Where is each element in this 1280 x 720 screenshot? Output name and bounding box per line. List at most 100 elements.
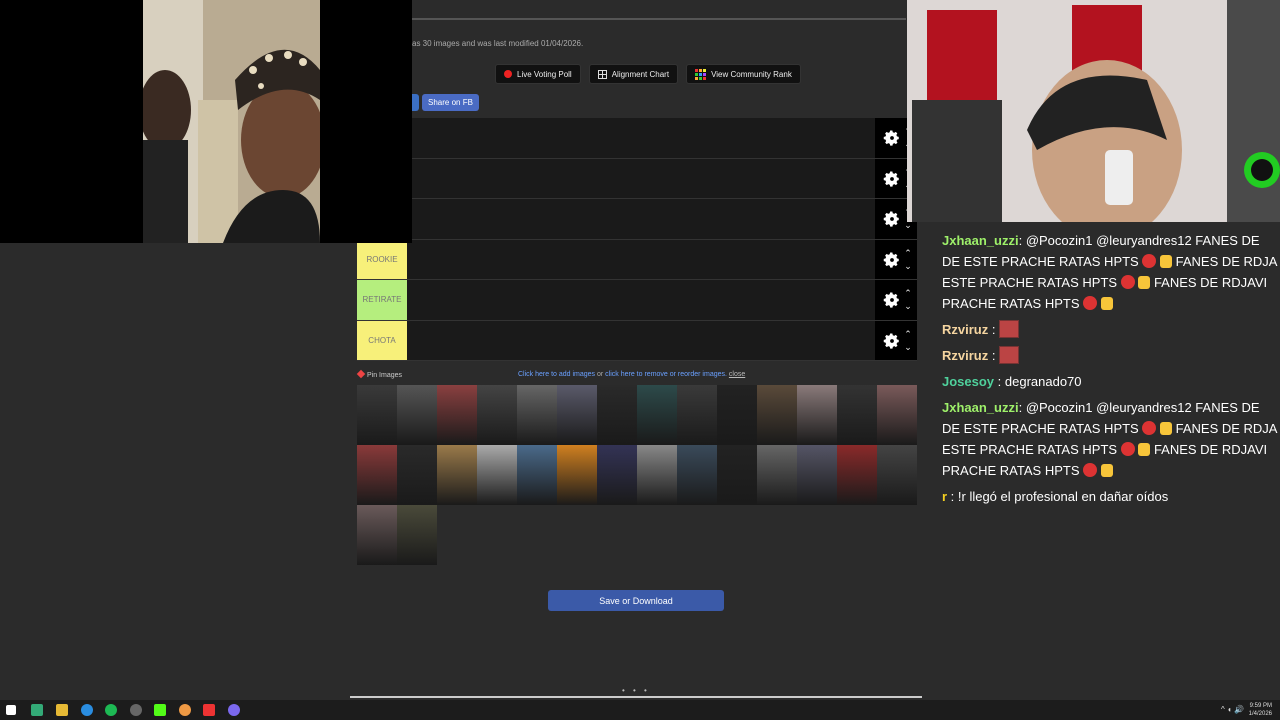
tier-label[interactable]: CHOTA <box>357 320 407 360</box>
chevron-up-icon[interactable]: ⌃ <box>903 287 913 300</box>
image-thumbnail[interactable] <box>517 385 557 445</box>
image-thumbnail[interactable] <box>757 445 797 505</box>
live-voting-poll-label: Live Voting Poll <box>517 69 572 79</box>
chat-username[interactable]: Rzviruz <box>942 348 988 363</box>
gear-icon[interactable] <box>883 210 901 228</box>
thumbs-up-emoji-icon <box>1100 297 1113 310</box>
chat-text: : degranado70 <box>994 374 1082 389</box>
image-thumbnail[interactable] <box>397 385 437 445</box>
system-tray[interactable]: ^ ◖ 🔊 <box>1221 705 1244 714</box>
image-thumbnail[interactable] <box>677 445 717 505</box>
screen: as 30 images and was last modified 01/04… <box>0 0 1280 720</box>
chevron-down-icon[interactable]: ⌄ <box>903 300 913 313</box>
tier-controls: ⌃⌄ <box>875 320 917 360</box>
image-thumbnail[interactable] <box>357 445 397 505</box>
image-thumbnail[interactable] <box>517 445 557 505</box>
obs-icon[interactable] <box>130 704 142 716</box>
image-thumbnail[interactable] <box>757 385 797 445</box>
image-thumbnail[interactable] <box>437 445 477 505</box>
chat-username[interactable]: Jxhaan_uzzi <box>942 233 1019 248</box>
chat-username[interactable]: Rzviruz <box>942 322 988 337</box>
chevron-down-icon[interactable]: ⌄ <box>903 260 913 273</box>
app-icon-1[interactable] <box>31 704 43 716</box>
start-icon[interactable] <box>6 705 16 715</box>
image-thumbnail[interactable] <box>397 505 437 565</box>
image-thumbnail[interactable] <box>597 385 637 445</box>
tier-controls: ⌃⌄ <box>875 239 917 279</box>
gear-icon[interactable] <box>883 129 901 147</box>
angry-emoji-icon <box>1142 421 1157 435</box>
image-thumbnail[interactable] <box>357 385 397 445</box>
alignment-chart-button[interactable]: Alignment Chart <box>588 64 679 84</box>
chat-username[interactable]: Jxhaan_uzzi <box>942 400 1019 415</box>
chat-message: Rzviruz : <box>938 345 1280 366</box>
image-thumbnail[interactable] <box>717 385 757 445</box>
edge-icon[interactable] <box>81 704 93 716</box>
view-community-rank-button[interactable]: View Community Rank <box>686 64 801 84</box>
spotify-icon[interactable] <box>105 704 117 716</box>
record-icon <box>504 70 512 78</box>
image-thumbnail[interactable] <box>877 385 917 445</box>
chat-username[interactable]: Josesoy <box>942 374 994 389</box>
image-thumbnail[interactable] <box>557 385 597 445</box>
chat-feed: Jxhaan_uzzi: @Pocozin1 @leuryandres12 FA… <box>938 230 1280 512</box>
gear-icon[interactable] <box>883 332 901 350</box>
live-voting-poll-button[interactable]: Live Voting Poll <box>495 64 581 84</box>
kick-icon[interactable] <box>154 704 166 716</box>
image-thumbnail[interactable] <box>877 445 917 505</box>
tier-row: RETIRATE ⌃ ⌄ <box>357 280 917 321</box>
webcam-left-video <box>143 0 320 243</box>
image-thumbnail[interactable] <box>637 385 677 445</box>
image-thumbnail[interactable] <box>797 385 837 445</box>
action-buttons: Live Voting Poll Alignment Chart View Co… <box>495 64 801 84</box>
remove-reorder-link[interactable]: click here to remove or reorder images. <box>605 371 727 378</box>
image-thumbnail[interactable] <box>717 445 757 505</box>
image-thumbnail[interactable] <box>397 445 437 505</box>
reorder-arrows: ⌃⌄ <box>903 328 913 354</box>
thumbs-up-emoji-icon <box>1159 255 1172 268</box>
add-images-link[interactable]: Click here to add images <box>518 371 595 378</box>
chat-message: Rzviruz : <box>938 319 1280 340</box>
tiktok-icon[interactable] <box>203 704 215 716</box>
share-on-fb-button[interactable]: Share on FB <box>422 94 479 111</box>
pin-images-toggle[interactable]: Pin Images <box>356 369 402 379</box>
thumbs-up-emoji-icon <box>1159 422 1172 435</box>
chrome-icon[interactable] <box>179 704 191 716</box>
image-thumbnail[interactable] <box>677 385 717 445</box>
taskbar: ^ ◖ 🔊 9:59 PM 1/4/2026 <box>0 700 1280 720</box>
folder-icon[interactable] <box>56 704 68 716</box>
or-text: or <box>595 371 606 378</box>
chevron-up-icon[interactable]: ⌃ <box>903 247 913 260</box>
chat-emote-icon <box>999 320 1020 338</box>
image-thumbnail[interactable] <box>797 445 837 505</box>
gear-icon[interactable] <box>883 170 901 188</box>
horizontal-scrollbar[interactable] <box>350 696 922 698</box>
image-thumbnail[interactable] <box>597 445 637 505</box>
chevron-down-icon[interactable]: ⌄ <box>903 341 913 354</box>
header-divider <box>412 18 906 20</box>
image-thumbnail[interactable] <box>837 385 877 445</box>
gear-icon[interactable] <box>883 251 901 269</box>
discord-icon[interactable] <box>228 704 240 716</box>
image-thumbnail[interactable] <box>637 445 677 505</box>
tier-label[interactable]: ROOKIE <box>357 239 407 279</box>
reorder-arrows: ⌃⌄ <box>903 247 913 273</box>
close-link[interactable]: close <box>729 371 745 378</box>
chevron-up-icon[interactable]: ⌃ <box>903 328 913 341</box>
pager-dots[interactable]: • • • <box>622 686 650 695</box>
save-or-download-button[interactable]: Save or Download <box>548 590 724 611</box>
tier-label[interactable]: RETIRATE <box>357 280 407 320</box>
tier-row: ⌃⌄ <box>357 158 917 199</box>
chat-text: : !r llegó el profesional en dañar oídos <box>947 489 1169 504</box>
angry-emoji-icon <box>1120 275 1135 289</box>
tier-row: CHOTA ⌃ ⌄ <box>357 320 917 361</box>
image-thumbnail[interactable] <box>477 445 517 505</box>
image-thumbnail[interactable] <box>837 445 877 505</box>
clock-time: 9:59 PM <box>1249 703 1272 709</box>
image-thumbnail[interactable] <box>477 385 517 445</box>
clock[interactable]: 9:59 PM 1/4/2026 <box>1249 702 1272 718</box>
image-thumbnail[interactable] <box>437 385 477 445</box>
gear-icon[interactable] <box>883 291 901 309</box>
image-thumbnail[interactable] <box>357 505 397 565</box>
image-thumbnail[interactable] <box>557 445 597 505</box>
